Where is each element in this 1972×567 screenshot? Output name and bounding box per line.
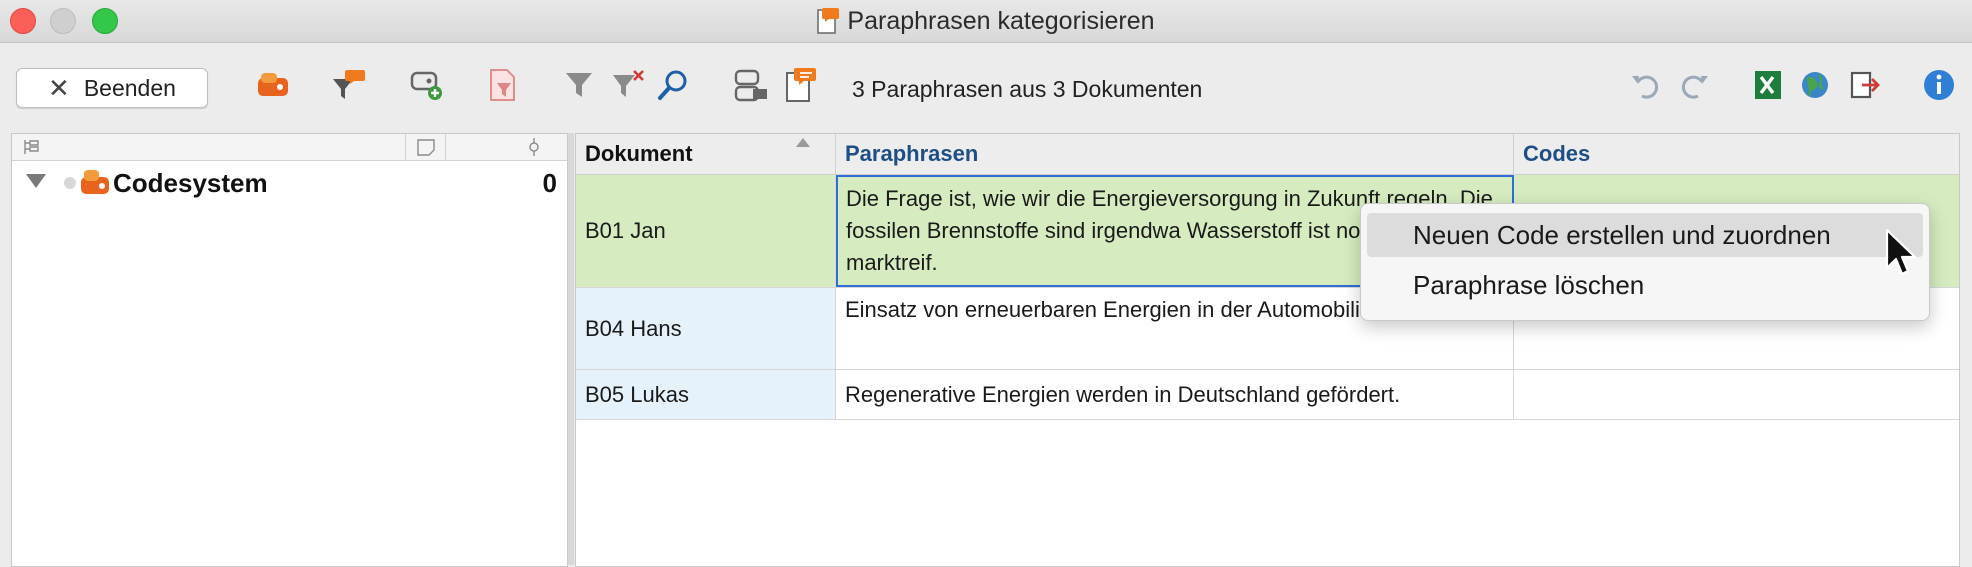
- title-bar: Paraphrasen kategorisieren: [0, 0, 1972, 43]
- filter-document-icon[interactable]: [484, 65, 522, 105]
- panel-splitter[interactable]: [568, 133, 574, 565]
- column-header-paraphrase[interactable]: Paraphrasen: [836, 134, 1514, 174]
- codes-cell[interactable]: [1514, 370, 1959, 419]
- column-header-document[interactable]: Dokument: [576, 134, 836, 174]
- code-tree-panel: Codesystem 0: [11, 133, 568, 567]
- paraphrase-icon[interactable]: [782, 65, 820, 105]
- window-title-area: Paraphrasen kategorisieren: [0, 0, 1972, 42]
- document-cell[interactable]: B04 Hans: [576, 288, 836, 369]
- quit-button-label: Beenden: [83, 74, 176, 101]
- mouse-pointer-icon: [1884, 228, 1918, 280]
- close-icon: ✕: [48, 72, 70, 103]
- quit-button[interactable]: ✕ Beenden: [16, 68, 208, 108]
- paraphrase-table: Dokument Paraphrasen Codes B01 Jan Die F…: [575, 133, 1960, 567]
- code-tree-header: [12, 134, 567, 161]
- paraphrase-cell[interactable]: Regenerative Energien werden in Deutschl…: [836, 370, 1514, 419]
- table-header: Dokument Paraphrasen Codes: [576, 134, 1959, 175]
- tree-item-codesystem[interactable]: Codesystem 0: [12, 164, 567, 204]
- redo-icon[interactable]: [1676, 65, 1714, 105]
- search-icon[interactable]: [654, 65, 692, 105]
- status-dot: [64, 177, 76, 189]
- table-row[interactable]: B05 Lukas Regenerative Energien werden i…: [576, 370, 1959, 420]
- tree-column-icon[interactable]: [22, 138, 40, 161]
- window-title: Paraphrasen kategorisieren: [847, 6, 1155, 35]
- paraphrase-document-icon: [817, 7, 840, 35]
- info-icon[interactable]: [1920, 65, 1958, 105]
- clear-filter-icon[interactable]: [610, 65, 648, 105]
- filter-paraphrase-icon[interactable]: [330, 65, 368, 105]
- excel-export-icon[interactable]: [1748, 65, 1786, 105]
- frequency-column-icon[interactable]: [526, 137, 542, 162]
- column-header-codes[interactable]: Codes: [1514, 134, 1959, 174]
- code-icon[interactable]: [254, 65, 292, 105]
- toolbar: ✕ Beenden 3 Paraphrasen aus 3 Dokumenten: [0, 43, 1972, 129]
- collapse-triangle-icon[interactable]: [26, 174, 46, 188]
- codesystem-label: Codesystem: [113, 168, 268, 198]
- codesystem-icon: [78, 167, 112, 202]
- sort-ascending-icon: [796, 138, 810, 147]
- web-export-icon[interactable]: [1796, 65, 1834, 105]
- menu-item-create-assign-code[interactable]: Neuen Code erstellen und zuordnen: [1367, 213, 1923, 257]
- context-menu: Neuen Code erstellen und zuordnen Paraph…: [1360, 203, 1930, 321]
- memo-column-icon[interactable]: [416, 138, 436, 161]
- menu-item-delete-paraphrase[interactable]: Paraphrase löschen: [1367, 263, 1923, 307]
- new-code-icon[interactable]: [408, 65, 446, 105]
- codesystem-count: 0: [542, 168, 557, 198]
- status-text: 3 Paraphrasen aus 3 Dokumenten: [852, 76, 1203, 102]
- export-icon[interactable]: [1846, 65, 1884, 105]
- document-cell[interactable]: B01 Jan: [576, 175, 836, 287]
- code-settings-icon[interactable]: [732, 65, 770, 105]
- filter-icon[interactable]: [560, 65, 598, 105]
- undo-icon[interactable]: [1626, 65, 1664, 105]
- document-cell[interactable]: B05 Lukas: [576, 370, 836, 419]
